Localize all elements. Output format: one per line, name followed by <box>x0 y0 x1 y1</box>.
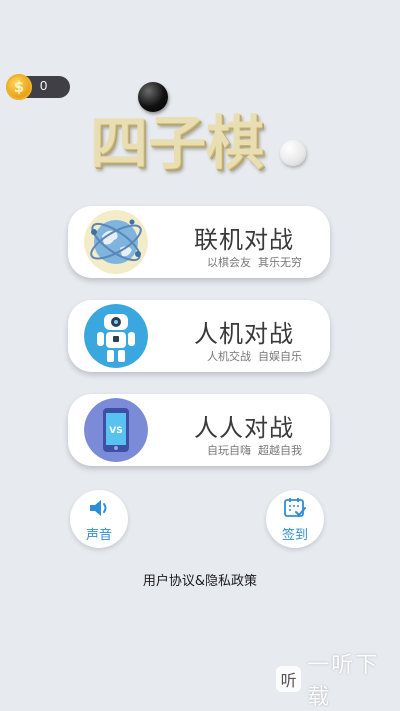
coin-counter: $ 0 <box>6 74 70 100</box>
ai-battle-title: 人机对战 <box>194 320 294 348</box>
coin-count: 0 <box>40 78 48 93</box>
local-battle-subtitle: 自玩自嗨 超越自我 <box>207 444 302 457</box>
speaker-icon <box>90 500 107 516</box>
local-battle-button[interactable]: VS 人人对战 自玩自嗨 超越自我 <box>68 394 330 466</box>
sound-label: 声音 <box>85 528 112 543</box>
title-text: 四子棋 <box>90 109 265 177</box>
dollar-coin-icon: $ <box>6 74 32 100</box>
watermark-text: 一听下载 <box>307 653 380 710</box>
robot-icon <box>84 304 148 368</box>
game-title: 四子棋 <box>90 82 310 177</box>
black-stone-icon <box>138 82 168 112</box>
online-battle-button[interactable]: 联机对战 以棋会友 其乐无穷 <box>68 206 330 278</box>
watermark: 听 一听下载 <box>276 653 400 710</box>
globe-network-icon <box>84 210 148 274</box>
vs-label: VS <box>109 426 122 436</box>
checkin-button[interactable]: 签到 <box>266 490 324 548</box>
local-battle-title: 人人对战 <box>194 414 294 442</box>
user-agreement-privacy-link[interactable]: 用户协议&隐私政策 <box>0 570 400 589</box>
white-stone-icon <box>280 140 306 166</box>
sound-button[interactable]: 声音 <box>70 490 128 548</box>
ai-battle-button[interactable]: 人机对战 人机交战 自娱自乐 <box>68 300 330 372</box>
online-battle-title: 联机对战 <box>194 226 294 254</box>
ai-battle-subtitle: 人机交战 自娱自乐 <box>207 350 302 363</box>
phone-vs-icon: VS <box>84 398 148 462</box>
online-battle-subtitle: 以棋会友 其乐无穷 <box>207 256 302 269</box>
watermark-logo: 听 <box>276 666 302 692</box>
calendar-check-icon <box>284 498 306 517</box>
checkin-label: 签到 <box>281 528 308 543</box>
